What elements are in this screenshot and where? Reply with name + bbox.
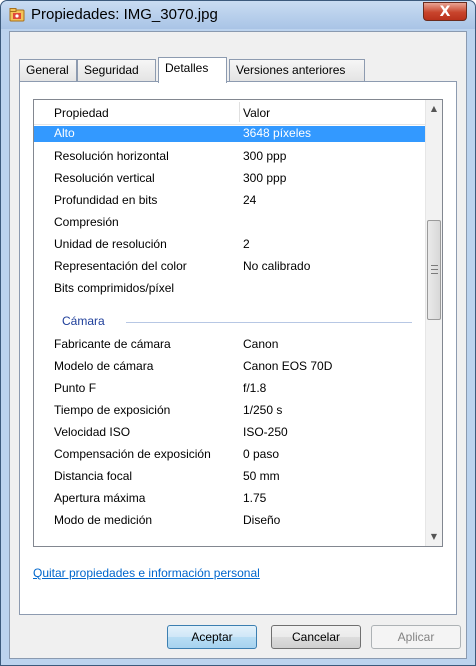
remove-properties-link[interactable]: Quitar propiedades e información persona…	[33, 566, 260, 580]
property-value: 24	[243, 193, 257, 207]
property-name: Compresión	[54, 215, 119, 229]
scroll-grip-line	[431, 273, 438, 274]
property-name: Modelo de cámara	[54, 359, 154, 373]
scroll-up-arrow-icon[interactable]: ▲	[426, 100, 442, 117]
table-row[interactable]: Distancia focal 50 mm	[34, 466, 426, 488]
close-button[interactable]: X	[423, 2, 467, 21]
apply-button[interactable]: Aplicar	[371, 625, 461, 649]
property-name: Fabricante de cámara	[54, 337, 171, 351]
property-name: Representación del color	[54, 259, 187, 273]
table-row[interactable]: Apertura máxima 1.75	[34, 488, 426, 510]
property-value: 3648 píxeles	[243, 126, 312, 140]
property-name: Alto	[54, 126, 75, 140]
table-row[interactable]: Alto 3648 píxeles	[34, 126, 426, 142]
close-icon: X	[439, 4, 451, 20]
table-row[interactable]: Bits comprimidos/píxel	[34, 278, 426, 300]
group-divider	[126, 322, 412, 323]
column-header-valor[interactable]: Valor	[243, 100, 270, 124]
property-value: 1.75	[243, 491, 267, 505]
scroll-grip-line	[431, 269, 438, 270]
properties-window-icon	[9, 8, 25, 22]
group-label: Cámara	[62, 314, 105, 328]
table-row[interactable]: Resolución horizontal 300 ppp	[34, 146, 426, 168]
property-value: 1/250 s	[243, 403, 283, 417]
tab-detalles[interactable]: Detalles	[158, 57, 227, 83]
table-row[interactable]: Modelo de cámara Canon EOS 70D	[34, 356, 426, 378]
title-bar[interactable]: Propiedades: IMG_3070.jpg X	[1, 1, 475, 29]
property-name: Modo de medición	[54, 513, 153, 527]
property-name: Bits comprimidos/píxel	[54, 281, 175, 295]
property-value: Diseño	[243, 513, 281, 527]
scroll-down-arrow-icon[interactable]: ▼	[426, 528, 442, 545]
property-name: Velocidad ISO	[54, 425, 131, 439]
table-row[interactable]: Unidad de resolución 2	[34, 234, 426, 256]
scroll-thumb[interactable]	[427, 220, 441, 320]
column-header-row: Propiedad Valor	[34, 100, 426, 125]
property-value: 2	[243, 237, 250, 251]
table-row[interactable]: Punto F f/1.8	[34, 378, 426, 400]
property-name: Resolución vertical	[54, 171, 155, 185]
column-divider[interactable]	[239, 102, 240, 122]
property-name: Profundidad en bits	[54, 193, 158, 207]
property-value: 0 paso	[243, 447, 280, 461]
tab-general[interactable]: General	[19, 59, 77, 81]
property-value: 50 mm	[243, 469, 280, 483]
property-name: Resolución horizontal	[54, 149, 169, 163]
property-value: 300 ppp	[243, 171, 287, 185]
tab-seguridad[interactable]: Seguridad	[77, 59, 156, 81]
table-row[interactable]: Fabricante de cámara Canon	[34, 334, 426, 356]
table-row[interactable]: Tiempo de exposición 1/250 s	[34, 400, 426, 422]
property-name: Unidad de resolución	[54, 237, 167, 251]
cancel-button[interactable]: Cancelar	[271, 625, 361, 649]
properties-window: Propiedades: IMG_3070.jpg X General Segu…	[0, 0, 476, 666]
group-header-camara[interactable]: Cámara	[34, 310, 426, 332]
table-row[interactable]: Modo de medición Diseño	[34, 510, 426, 532]
table-row[interactable]: Representación del color No calibrado	[34, 256, 426, 278]
property-value: ISO-250	[243, 425, 288, 439]
properties-list[interactable]: Propiedad Valor Alto 3648 píxeles Resolu…	[33, 99, 443, 547]
table-row[interactable]: Compensación de exposición 0 paso	[34, 444, 426, 466]
property-value: No calibrado	[243, 259, 311, 273]
table-row[interactable]: Profundidad en bits 24	[34, 190, 426, 212]
property-name: Punto F	[54, 381, 97, 395]
accept-button[interactable]: Aceptar	[167, 625, 257, 649]
table-row[interactable]: Compresión	[34, 212, 426, 234]
scroll-grip-line	[431, 265, 438, 266]
property-name: Apertura máxima	[54, 491, 146, 505]
property-value: Canon EOS 70D	[243, 359, 333, 373]
property-name: Compensación de exposición	[54, 447, 211, 461]
vertical-scrollbar[interactable]: ▲ ▼	[425, 100, 442, 546]
property-value: f/1.8	[243, 381, 267, 395]
column-header-propiedad[interactable]: Propiedad	[54, 100, 109, 124]
property-name: Distancia focal	[54, 469, 133, 483]
table-row[interactable]: Velocidad ISO ISO-250	[34, 422, 426, 444]
property-value: 300 ppp	[243, 149, 287, 163]
property-name: Tiempo de exposición	[54, 403, 171, 417]
property-value: Canon	[243, 337, 279, 351]
window-title: Propiedades: IMG_3070.jpg	[31, 6, 218, 23]
table-row[interactable]: Resolución vertical 300 ppp	[34, 168, 426, 190]
tab-versiones-anteriores[interactable]: Versiones anteriores	[229, 59, 365, 81]
